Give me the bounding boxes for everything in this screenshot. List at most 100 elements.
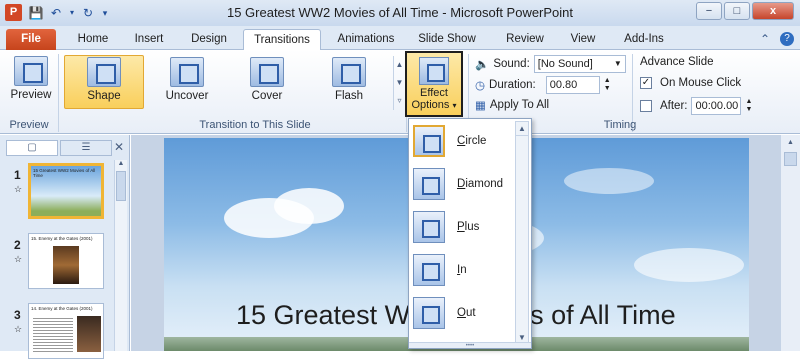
close-panel-icon[interactable]: ✕ — [114, 140, 124, 154]
chevron-down-icon: ▼ — [613, 59, 622, 68]
after-spinner-icon[interactable]: ▲ ▼ — [745, 98, 752, 114]
transition-flash[interactable]: Flash — [312, 57, 386, 102]
effect-option-label: Diamond — [457, 178, 504, 190]
effect-options-label-line2: Options ▾ — [411, 99, 457, 111]
after-checkbox[interactable] — [640, 100, 652, 112]
transition-star-icon: ☆ — [14, 254, 23, 264]
effect-options-menu: Circle Diamond Plus In Out ▲ ▼ •••• — [408, 118, 532, 349]
ribbon-tab-row: File Home Insert Design Transitions Anim… — [0, 26, 800, 51]
clock-icon: ◷ — [475, 80, 486, 92]
gallery-scroll-up-icon[interactable]: ▲ — [394, 56, 405, 74]
duration-spinner-icon[interactable]: ▲ ▼ — [604, 77, 611, 93]
cover-transition-icon — [250, 57, 284, 87]
transition-gallery-scroll: ▲ ▼ ▿ — [393, 56, 405, 110]
duration-row: ◷ Duration: 00.80 ▲ ▼ — [475, 76, 611, 94]
effect-option-label: Plus — [457, 221, 480, 233]
gallery-scroll-down-icon[interactable]: ▼ — [394, 74, 405, 92]
tab-file[interactable]: File — [6, 29, 56, 50]
close-button[interactable]: x — [752, 2, 794, 20]
after-input[interactable]: 00:00.00 — [691, 97, 742, 115]
slides-panel-scrollbar[interactable]: ▲ — [114, 160, 127, 351]
transition-star-icon: ☆ — [14, 324, 23, 334]
sound-row: 🔈 Sound: [No Sound] ▼ — [475, 55, 626, 73]
tab-slide-show[interactable]: Slide Show — [414, 29, 480, 50]
effect-option-in[interactable]: In — [413, 252, 515, 288]
slide-thumbnail-2[interactable]: 15. Enemy at the Gates (2001) — [28, 233, 104, 289]
effect-options-button[interactable]: Effect Options ▾ — [405, 51, 463, 117]
slides-panel-tabs: ▢ ☰ ✕ — [6, 140, 126, 156]
in-effect-icon — [413, 254, 445, 286]
transition-cover[interactable]: Cover — [230, 57, 304, 102]
gallery-more-icon[interactable]: ▿ — [394, 92, 405, 110]
duration-input[interactable]: 00.80 — [545, 76, 600, 94]
effect-option-diamond[interactable]: Diamond — [413, 166, 515, 202]
window-title: 15 Greatest WW2 Movies of All Time - Mic… — [226, 5, 574, 20]
scroll-up-icon[interactable]: ▲ — [781, 139, 800, 146]
effect-option-plus[interactable]: Plus — [413, 209, 515, 245]
transition-cover-label: Cover — [251, 90, 283, 102]
on-mouse-click-checkbox[interactable]: ✓ — [640, 77, 652, 89]
sound-value: [No Sound] — [537, 58, 593, 70]
apply-all-row[interactable]: ▦ Apply To All — [475, 98, 549, 112]
advance-slide-label: Advance Slide — [640, 56, 714, 68]
minimize-ribbon-icon[interactable]: ⌃ — [760, 29, 770, 49]
tab-review[interactable]: Review — [500, 29, 550, 50]
minimize-button[interactable]: − — [696, 2, 722, 20]
group-divider — [58, 54, 59, 132]
out-effect-icon — [413, 297, 445, 329]
slide-number: 3 — [14, 308, 21, 322]
apply-all-icon: ▦ — [475, 100, 486, 112]
circle-effect-icon — [413, 125, 445, 157]
maximize-button[interactable]: □ — [724, 2, 750, 20]
preview-group-label: Preview — [9, 119, 49, 131]
tab-home[interactable]: Home — [68, 29, 118, 50]
after-label: After: — [660, 100, 688, 112]
movie-poster-image — [53, 246, 79, 284]
apply-to-all-button[interactable]: Apply To All — [490, 99, 549, 111]
effect-option-label: In — [457, 264, 467, 276]
preview-button-label: Preview — [10, 89, 52, 101]
menu-resize-grip-icon[interactable]: •••• — [409, 342, 531, 349]
on-mouse-click-label: On Mouse Click — [660, 77, 742, 89]
tab-animations[interactable]: Animations — [330, 29, 402, 50]
scroll-up-icon[interactable]: ▲ — [115, 160, 127, 167]
diamond-effect-icon — [413, 168, 445, 200]
tab-add-ins[interactable]: Add-Ins — [616, 29, 672, 50]
scroll-thumb[interactable] — [784, 152, 797, 166]
slide-thumbnail-1[interactable]: 15 Greatest WW2 Movies of All Time — [28, 163, 104, 219]
tab-design[interactable]: Design — [182, 29, 236, 50]
effect-menu-scrollbar[interactable]: ▲ ▼ — [515, 121, 529, 346]
tab-transitions[interactable]: Transitions — [243, 29, 321, 51]
movie-poster-image — [77, 316, 101, 352]
effect-option-out[interactable]: Out — [413, 295, 515, 331]
chevron-down-icon: ▾ — [452, 101, 457, 110]
thumbnail-title: 14. Enemy at the Gates (2001) — [31, 306, 93, 311]
help-icon[interactable]: ? — [780, 32, 794, 46]
slide-scrollbar[interactable]: ▲ — [780, 135, 800, 351]
tab-slides-icon[interactable]: ▢ — [6, 140, 58, 156]
sound-label: Sound: — [493, 58, 530, 70]
slide-number: 2 — [14, 238, 21, 252]
tab-outline-icon[interactable]: ☰ — [60, 140, 112, 156]
effect-option-circle[interactable]: Circle — [413, 123, 515, 159]
effect-option-label: Out — [457, 307, 476, 319]
window-controls: − □ x — [696, 2, 794, 20]
flash-transition-icon — [332, 57, 366, 87]
transition-uncover[interactable]: Uncover — [150, 57, 224, 102]
scroll-thumb[interactable] — [116, 171, 126, 201]
transition-shape[interactable]: Shape — [64, 57, 144, 102]
thumbnail-body-text — [33, 316, 73, 352]
shape-transition-icon — [87, 57, 121, 87]
tab-insert[interactable]: Insert — [124, 29, 174, 50]
tab-view[interactable]: View — [560, 29, 606, 50]
sound-dropdown[interactable]: [No Sound] ▼ — [533, 55, 626, 73]
advance-slide-title: Advance Slide — [640, 56, 714, 68]
effect-options-label-line1: Effect — [420, 87, 448, 99]
preview-button[interactable]: Preview — [8, 56, 54, 101]
after-row: After: 00:00.00 ▲ ▼ — [640, 97, 752, 115]
effect-option-label: Circle — [457, 135, 487, 147]
scroll-up-icon[interactable]: ▲ — [516, 122, 528, 136]
uncover-transition-icon — [170, 57, 204, 87]
sound-icon: 🔈 — [475, 59, 490, 71]
transition-uncover-label: Uncover — [165, 90, 209, 102]
